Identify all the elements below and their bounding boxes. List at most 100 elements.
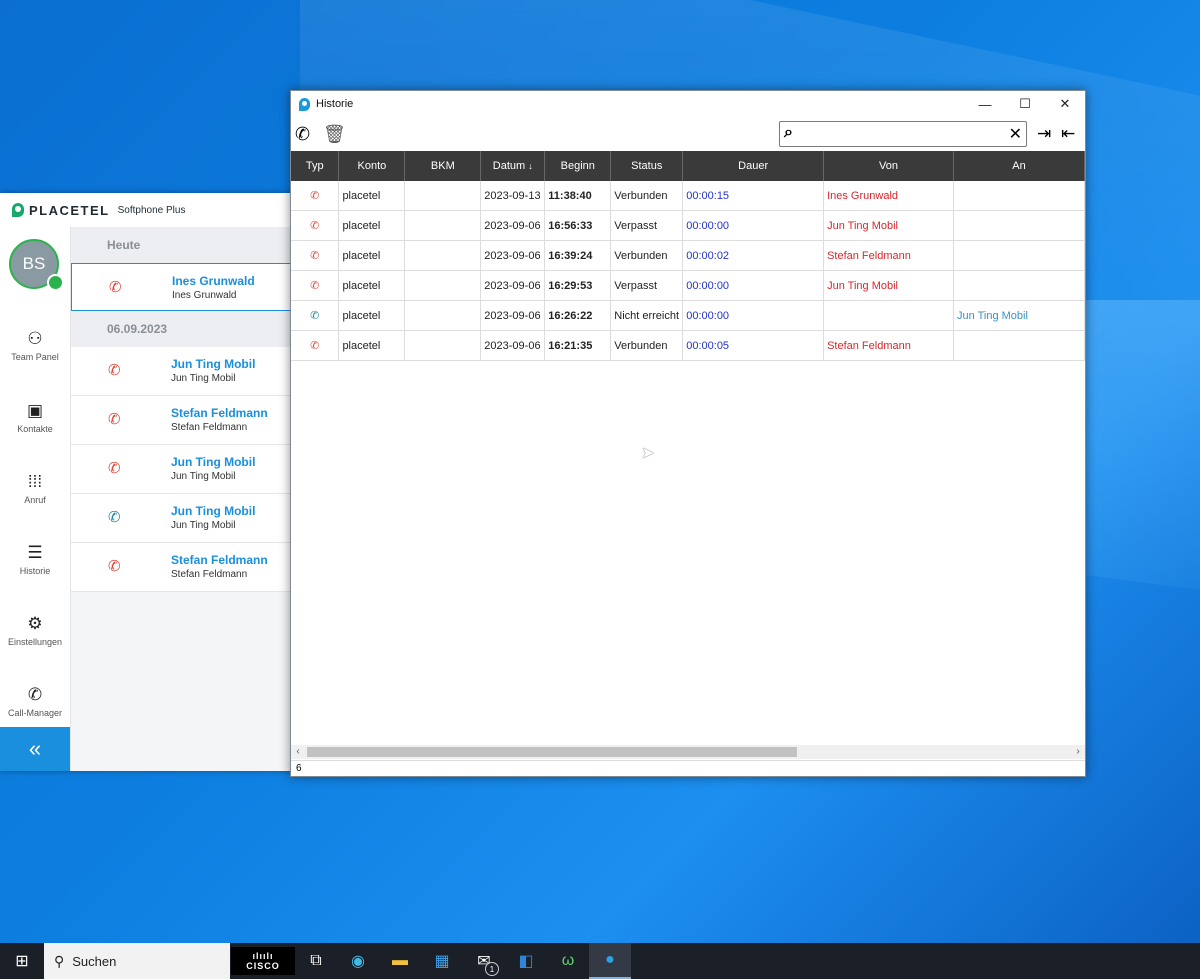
taskbar-search-label: Suchen xyxy=(72,953,117,969)
call-item-subtitle: Jun Ting Mobil xyxy=(171,373,236,384)
table-row[interactable]: ✆ placetel 2023-09-06 16:26:22 Nicht err… xyxy=(291,300,1085,331)
column-header-typ[interactable]: Typ xyxy=(291,151,340,181)
edge-app[interactable]: ◉ xyxy=(337,943,379,979)
outlook-app[interactable]: ◧ xyxy=(505,943,547,979)
scroll-left-icon[interactable]: ‹ xyxy=(291,745,305,759)
folder-icon: ▬ xyxy=(392,952,408,969)
beginn-cell: 11:38:40 xyxy=(544,181,612,211)
von-cell: Stefan Feldmann xyxy=(823,330,954,361)
file-explorer-app[interactable]: ▬ xyxy=(379,943,421,979)
column-header-beginn[interactable]: Beginn xyxy=(544,151,612,181)
call-item-name: Ines Grunwald xyxy=(172,274,255,288)
scrollbar-thumb[interactable] xyxy=(307,747,797,757)
incoming-call-icon: ✆ xyxy=(310,340,320,352)
table-row[interactable]: ✆ placetel 2023-09-13 11:38:40 Verbunden… xyxy=(291,181,1085,211)
taskbar-search[interactable]: ⚲ Suchen xyxy=(44,943,230,979)
column-header-dauer[interactable]: Dauer xyxy=(682,151,825,181)
call-item-subtitle: Stefan Feldmann xyxy=(171,422,248,433)
collapse-sidebar-button[interactable]: « xyxy=(0,727,70,771)
store-app[interactable]: ▦ xyxy=(421,943,463,979)
historie-titlebar: Historie — ☐ ✕ xyxy=(291,91,1085,117)
nav-label: Einstellungen xyxy=(7,636,63,647)
call-phone-icon[interactable]: ✆ xyxy=(295,124,310,145)
nav-call-manager[interactable]: ✆ Call-Manager xyxy=(0,671,70,731)
nav-historie[interactable]: ☰ Historie xyxy=(0,529,70,589)
type-cell: ✆ xyxy=(291,240,340,271)
dauer-cell: 00:00:05 xyxy=(682,330,825,361)
nav-einstellungen[interactable]: ⚙ Einstellungen xyxy=(0,600,70,660)
nav-team-panel[interactable]: ⚇ Team Panel xyxy=(0,315,70,375)
table-row[interactable]: ✆ placetel 2023-09-06 16:21:35 Verbunden… xyxy=(291,330,1085,361)
task-view-button[interactable]: ⧉ xyxy=(295,943,337,979)
task-view-icon: ⧉ xyxy=(310,952,322,969)
table-row[interactable]: ✆ placetel 2023-09-06 16:56:33 Verpasst … xyxy=(291,210,1085,241)
column-header-konto[interactable]: Konto xyxy=(338,151,406,181)
call-list-item[interactable]: ✆ Jun Ting Mobil Jun Ting Mobil xyxy=(71,347,292,396)
beginn-cell: 16:39:24 xyxy=(544,240,612,271)
softphone-sidebar: BS ⚇ Team Panel ▣ Kontakte ⁞⁞⁞ Anruf ☰ H… xyxy=(0,227,71,771)
indent-icon[interactable]: ⇥ xyxy=(1037,124,1051,144)
an-cell xyxy=(953,210,1085,241)
table-row[interactable]: ✆ placetel 2023-09-06 16:29:53 Verpasst … xyxy=(291,270,1085,301)
softphone-window: PLACETEL Softphone Plus BS ⚇ Team Panel … xyxy=(0,193,292,771)
history-table: Typ Konto BKM Datum ↓ Beginn Status Daue… xyxy=(291,151,1085,361)
beginn-cell: 16:26:22 xyxy=(544,300,612,331)
incoming-call-icon: ✆ xyxy=(108,558,121,575)
horizontal-scrollbar[interactable]: ‹ › xyxy=(291,745,1085,759)
group-header: 06.09.2023 xyxy=(71,311,292,347)
call-manager-icon: ✆ xyxy=(27,684,43,704)
von-cell: Jun Ting Mobil xyxy=(823,270,954,301)
trash-icon[interactable]: 🗑 xyxy=(323,124,346,145)
column-header-status[interactable]: Status xyxy=(610,151,684,181)
close-button[interactable]: ✕ xyxy=(1045,91,1085,117)
maximize-button[interactable]: ☐ xyxy=(1005,91,1045,117)
table-row[interactable]: ✆ placetel 2023-09-06 16:39:24 Verbunden… xyxy=(291,240,1085,271)
call-list-item[interactable]: ✆ Stefan Feldmann Stefan Feldmann xyxy=(71,396,292,445)
status-cell: Verbunden xyxy=(610,330,684,361)
minimize-button[interactable]: — xyxy=(965,91,1005,117)
webex-app[interactable]: ω xyxy=(547,943,589,979)
column-header-von[interactable]: Von xyxy=(823,151,954,181)
scroll-right-icon[interactable]: › xyxy=(1071,745,1085,759)
windows-logo-icon: ⊞ xyxy=(15,953,29,970)
outgoing-call-icon: ✆ xyxy=(108,509,121,526)
windows-start-button[interactable]: ⊞ xyxy=(0,943,44,979)
von-cell xyxy=(823,300,954,331)
incoming-call-icon: ✆ xyxy=(310,250,320,262)
mail-app[interactable]: ✉ 1 xyxy=(463,943,505,979)
clear-search-icon[interactable]: ✕ xyxy=(1009,124,1022,144)
column-header-an[interactable]: An xyxy=(953,151,1085,181)
nav-label: Call-Manager xyxy=(7,707,63,718)
incoming-call-icon: ✆ xyxy=(310,190,320,202)
an-cell xyxy=(953,240,1085,271)
presence-status-indicator xyxy=(47,274,64,291)
team-icon: ⚇ xyxy=(27,328,43,348)
group-header: Heute xyxy=(71,227,292,263)
search-input[interactable] xyxy=(806,124,1000,146)
call-list-item[interactable]: ✆ Ines Grunwald Ines Grunwald xyxy=(71,263,292,311)
nav-anruf[interactable]: ⁞⁞⁞ Anruf xyxy=(0,458,70,518)
column-header-datum[interactable]: Datum ↓ xyxy=(480,151,546,181)
outdent-icon[interactable]: ⇤ xyxy=(1061,124,1075,144)
type-cell: ✆ xyxy=(291,181,340,211)
dauer-cell: 00:00:00 xyxy=(682,210,825,241)
call-list-item[interactable]: ✆ Stefan Feldmann Stefan Feldmann xyxy=(71,543,292,592)
datum-cell: 2023-09-06 xyxy=(480,270,546,301)
outgoing-call-icon: ✆ xyxy=(310,310,320,322)
call-list-item[interactable]: ✆ Jun Ting Mobil Jun Ting Mobil xyxy=(71,494,292,543)
cisco-webex-app[interactable]: ılıılı CISCO xyxy=(231,947,295,975)
call-list-item[interactable]: ✆ Jun Ting Mobil Jun Ting Mobil xyxy=(71,445,292,494)
placetel-app[interactable]: ● xyxy=(589,943,631,979)
column-header-bkm[interactable]: BKM xyxy=(404,151,482,181)
bkm-cell xyxy=(404,210,482,241)
call-item-subtitle: Ines Grunwald xyxy=(172,290,237,301)
nav-label: Team Panel xyxy=(11,351,59,362)
historie-window: Historie — ☐ ✕ ✆ 🗑 ⌕ ✕ ⇥ ⇤ Typ Konto BKM… xyxy=(290,90,1086,777)
datum-cell: 2023-09-06 xyxy=(480,210,546,241)
call-item-name: Stefan Feldmann xyxy=(171,406,268,420)
von-cell: Ines Grunwald xyxy=(823,181,954,211)
datum-cell: 2023-09-06 xyxy=(480,330,546,361)
an-cell xyxy=(953,181,1085,211)
nav-kontakte[interactable]: ▣ Kontakte xyxy=(0,387,70,447)
recent-calls-list: Heute ✆ Ines Grunwald Ines Grunwald 06.0… xyxy=(71,227,292,771)
